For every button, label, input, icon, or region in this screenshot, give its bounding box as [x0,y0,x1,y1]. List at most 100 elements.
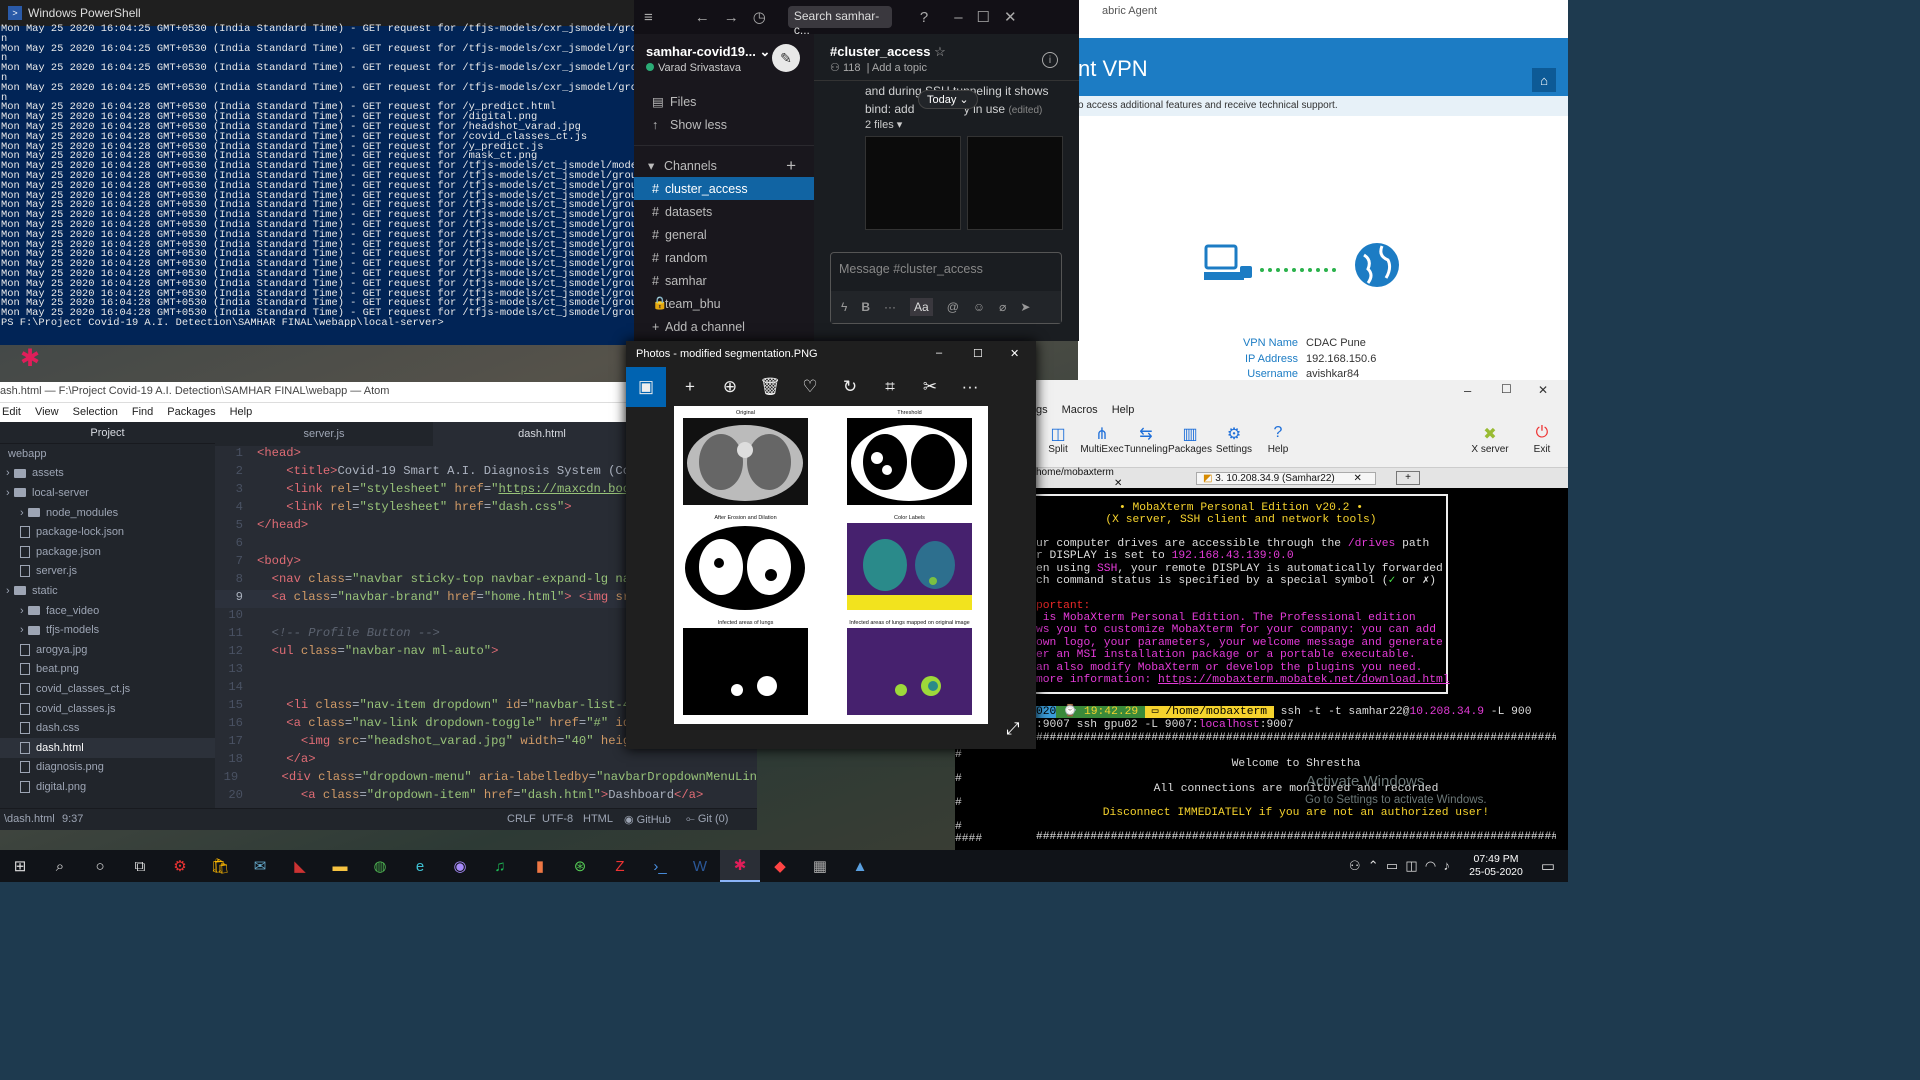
task-view-icon[interactable]: ⧉ [120,850,160,882]
tree-item[interactable]: dash.html [0,737,215,758]
files-toggle[interactable]: 2 files ▾ [865,118,902,131]
clock[interactable]: 07:49 PM 25-05-2020 [1464,853,1528,879]
tree-item[interactable]: package-lock.json [0,522,215,542]
toolbar-button[interactable]: ▥ Packages [1168,420,1212,467]
tree-item[interactable]: beat.png [0,660,215,680]
filezilla-icon[interactable]: Z [600,850,640,882]
send-icon[interactable]: ➤ [1020,300,1030,314]
delete-icon[interactable]: 🗑 [750,367,790,407]
edge-icon[interactable]: e [400,850,440,882]
add-topic-link[interactable]: Add a topic [872,62,927,74]
fullscreen-icon[interactable]: ⤢ [1006,719,1020,739]
photos-window[interactable]: Photos - modified segmentation.PNG – ☐ ✕… [626,341,1036,749]
spotify-icon[interactable]: ♫ [480,850,520,882]
crop-icon[interactable]: ⌗ [870,367,910,407]
date-divider-pill[interactable]: Today ⌄ [918,90,978,109]
message-input[interactable]: Message #cluster_access [831,253,1061,285]
code-line[interactable]: 20 <a class="dropdown-item" href="dash.h… [215,788,757,806]
file-thumbnail-2[interactable] [967,136,1063,230]
powershell-taskbar-icon[interactable]: ›_ [640,850,680,882]
slack-desktop-icon[interactable]: ✱ [12,344,48,372]
more-icon[interactable]: ··· [950,367,990,407]
photos-taskbar-icon[interactable]: ▲ [840,850,880,882]
toolbar-button[interactable]: ? Help [1256,420,1300,467]
system-tray-icons[interactable]: ⚇ ⌃ ▭ ◫ ◠ ♪ [1349,858,1450,874]
status-grammar[interactable]: HTML [583,813,613,825]
menu-item[interactable]: Help [230,406,253,422]
code-line[interactable]: 19 <div class="dropdown-menu" aria-label… [215,770,757,788]
cortana-icon[interactable]: ○ [80,850,120,882]
toolbar-button[interactable]: ◫ Split [1036,420,1080,467]
bold-icon[interactable]: B [861,300,870,314]
status-cursor-position[interactable]: 9:37 [62,813,83,825]
tree-item[interactable]: dash.css [0,718,215,738]
channel-info-icon[interactable]: i [1042,52,1058,68]
toolbar-button[interactable]: ⇆ Tunneling [1124,420,1168,467]
store-icon[interactable]: 🛍 [200,850,240,882]
more-icon[interactable]: ··· [884,300,896,314]
close-icon[interactable]: ✕ [1004,8,1017,26]
menu-item[interactable]: Help [1112,404,1135,420]
add-channel-button[interactable]: + Add a channel [634,315,814,338]
tab-home-mobaxterm[interactable]: home/mobaxterm ✕ [1036,467,1196,489]
new-tab-button[interactable]: + [1396,471,1420,485]
start-icon[interactable]: ⊞ [0,850,40,882]
office-icon[interactable]: ▮ [520,850,560,882]
tree-item[interactable]: › node_modules [0,503,215,523]
hamburger-icon[interactable]: ≡ [644,9,653,26]
brave-icon[interactable]: ◆ [760,850,800,882]
home-icon[interactable]: ⌂ [1532,68,1556,92]
file-explorer-icon[interactable]: ▬ [320,850,360,882]
sidebar-item-files[interactable]: ▤ Files [634,90,814,113]
fabric-agent-window[interactable]: abric Agent nt VPN ⌂ o access additional… [1078,0,1568,380]
channels-header[interactable]: ▾ Channels + [634,154,814,177]
edit-icon[interactable]: ✂ [910,367,950,407]
tree-item[interactable]: covid_classes.js [0,699,215,719]
toolbar-button[interactable]: ⏻ Exit [1516,420,1568,467]
tree-item[interactable]: webapp [0,444,215,464]
rotate-icon[interactable]: ↻ [830,367,870,407]
tree-item[interactable]: covid_classes_ct.js [0,679,215,699]
status-encoding[interactable]: UTF-8 [542,813,573,825]
channel-item[interactable]: # cluster_access [634,177,814,200]
slack-taskbar-icon[interactable]: ✱ [720,850,760,882]
powershell-output[interactable]: Mon May 25 2020 16:04:25 GMT+0530 (India… [0,24,640,329]
code-line[interactable]: 18 </a> [215,752,757,770]
mobaxterm-taskbar-icon[interactable]: ▦ [800,850,840,882]
menu-item[interactable]: Packages [167,406,215,422]
download-link[interactable]: https://mobaxterm.mobatek.net/download.h… [1158,674,1450,686]
forward-arrow-icon[interactable]: → [724,9,739,26]
format-toggle-button[interactable]: Aa [910,298,933,316]
tree-item[interactable]: package.json [0,542,215,562]
back-arrow-icon[interactable]: ← [695,9,710,26]
mail-icon[interactable]: ✉ [240,850,280,882]
mobaxterm-titlebar[interactable]: – ☐ ✕ [1036,380,1568,402]
channel-item[interactable]: 🔒 team_bhu [634,292,814,315]
minimize-icon[interactable]: – [1464,383,1471,398]
tree-item[interactable]: diagnosis.png [0,758,215,778]
toolbar-button[interactable]: ⋔ MultiExec [1080,420,1124,467]
maximize-icon[interactable]: ☐ [1501,382,1512,396]
help-icon[interactable]: ? [920,9,928,26]
menu-item[interactable]: Macros [1062,404,1098,420]
menu-item[interactable]: Selection [73,406,118,422]
maximize-icon[interactable]: ☐ [973,347,983,360]
minimize-icon[interactable]: – [954,9,962,26]
slack-window[interactable]: ≡ ← → ◷ Search samhar-c... ? – ☐ ✕ samha… [634,0,1079,341]
tab-server-js[interactable]: server.js [215,422,433,446]
add-icon[interactable]: + [670,367,710,407]
channel-item[interactable]: # general [634,223,814,246]
game-icon[interactable]: ◣ [280,850,320,882]
notifications-icon[interactable]: ▭ [1528,850,1568,882]
close-icon[interactable]: ✕ [1010,347,1019,360]
mobaxterm-window[interactable]: – ☐ ✕ gs Macros Help ◫ Split ⋔ MultiExec ⇆ Tunn… [1036,380,1568,850]
channel-item[interactable]: # datasets [634,200,814,223]
menu-item[interactable]: gs [1036,404,1048,420]
channel-item[interactable]: # random [634,246,814,269]
message-composer[interactable]: Message #cluster_access ϟ B ··· Aa @ ☺ ⌀… [830,252,1062,324]
tree-item[interactable]: digital.png [0,777,215,797]
photos-titlebar[interactable]: Photos - modified segmentation.PNG – ☐ ✕ [626,341,1036,367]
status-github[interactable]: ◉ GitHub [624,813,671,826]
image-icon[interactable]: ▣ [626,367,666,407]
shortcuts-icon[interactable]: ϟ [841,300,847,314]
